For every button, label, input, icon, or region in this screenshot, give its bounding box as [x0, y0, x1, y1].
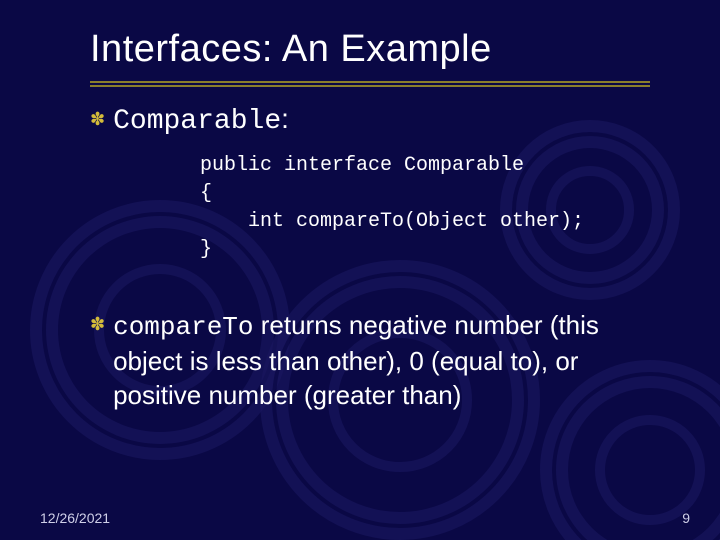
bullet-text: Comparable: [113, 103, 289, 138]
bullet-item: ✽ Comparable: [90, 103, 650, 138]
bullet-text: compareTo returns negative number (this … [113, 308, 650, 412]
footer-date: 12/26/2021 [40, 510, 110, 526]
bullet-icon: ✽ [90, 308, 105, 340]
slide-title: Interfaces: An Example [0, 0, 720, 71]
bullet-icon: ✽ [90, 103, 105, 135]
slide-footer: 12/26/2021 9 [0, 510, 720, 526]
body-content: ✽ Comparable: public interface Comparabl… [0, 83, 720, 412]
code-block: public interface Comparable { int compar… [90, 146, 650, 282]
footer-page-number: 9 [682, 510, 690, 526]
bullet-item: ✽ compareTo returns negative number (thi… [90, 308, 650, 412]
slide-content: Interfaces: An Example ✽ Comparable: pub… [0, 0, 720, 540]
